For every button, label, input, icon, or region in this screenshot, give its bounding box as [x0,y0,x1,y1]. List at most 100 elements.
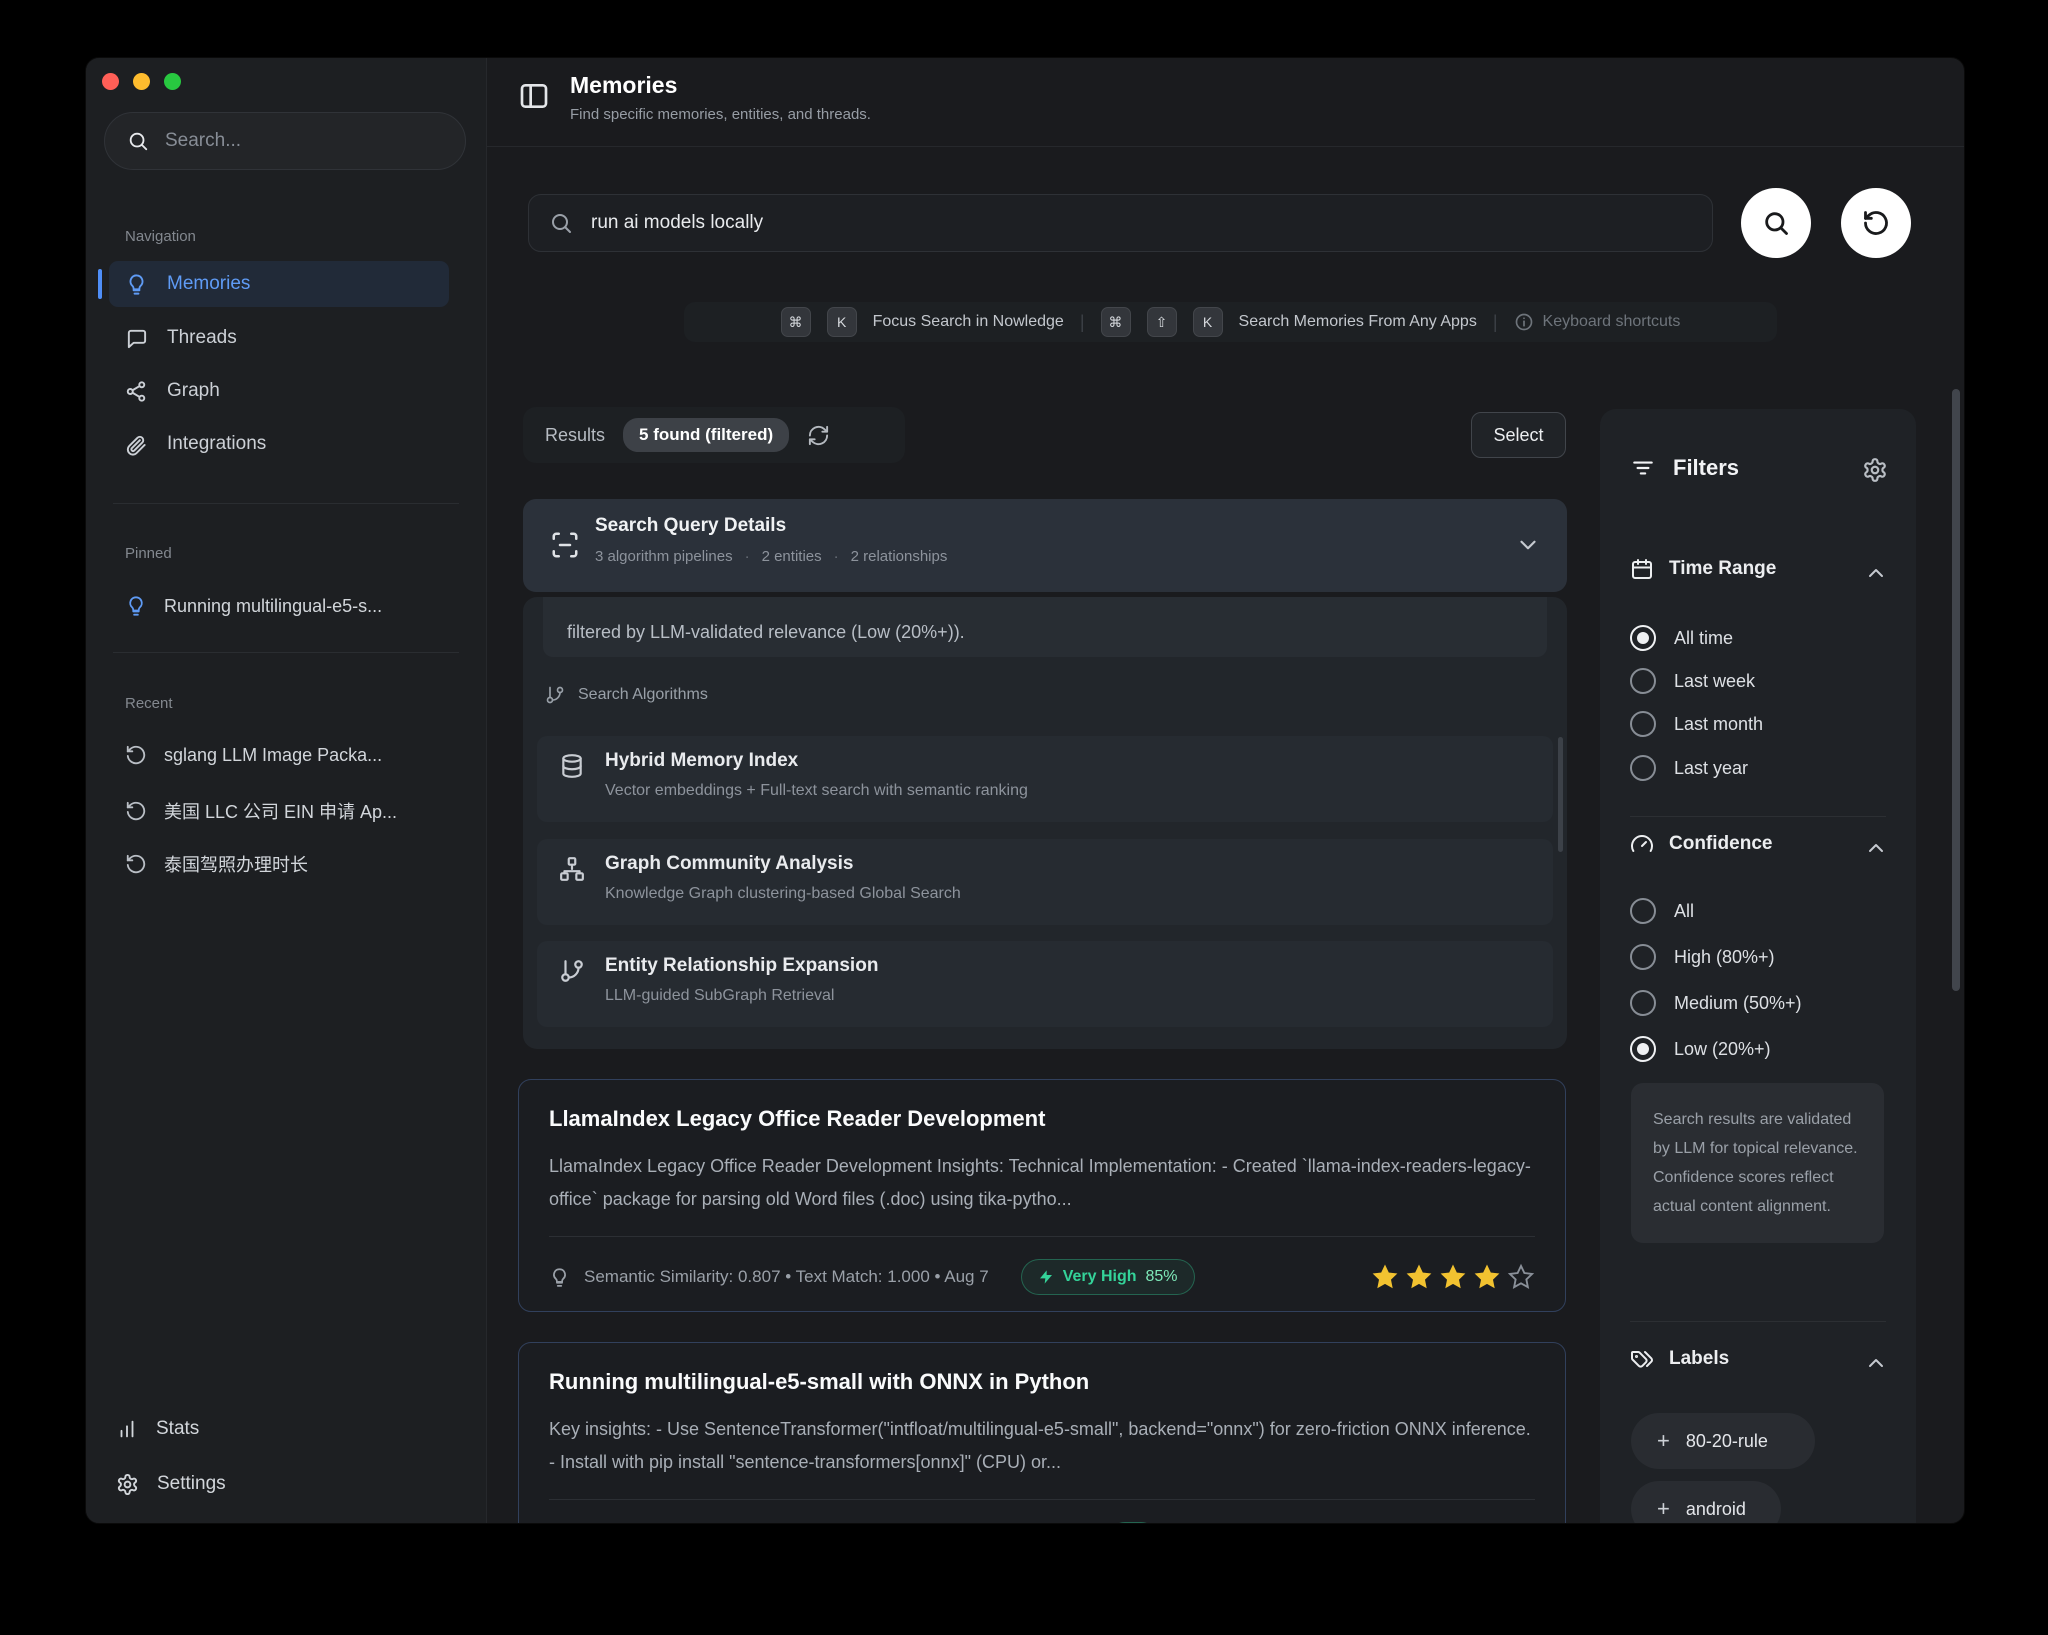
star-filled-icon[interactable] [1439,1263,1467,1291]
chevron-down-icon[interactable] [1515,532,1541,558]
algorithm-description: Knowledge Graph clustering-based Global … [605,885,961,903]
rotate-ccw-icon [1862,209,1890,237]
radio-last-month[interactable]: Last month [1630,711,1763,737]
pinned-item-label: Running multilingual-e5-s... [164,596,382,617]
time-range-section-header[interactable]: Time Range [1630,557,1776,581]
recent-item[interactable]: 泰国驾照办理时长 [109,842,463,886]
algorithm-card-hybrid-memory-index[interactable]: Hybrid Memory Index Vector embeddings + … [537,736,1553,822]
result-snippet: Key insights: - Use SentenceTransformer(… [549,1413,1535,1479]
memory-result-card[interactable]: Running multilingual-e5-small with ONNX … [518,1342,1566,1524]
result-meta: Semantic Similarity: 0.807 • Text Match:… [584,1267,989,1287]
lightbulb-icon [125,595,147,617]
radio-icon [1630,898,1656,924]
shortcut-label: Focus Search in Nowledge [873,313,1064,331]
filters-header: Filters [1630,455,1739,481]
memory-result-card[interactable]: LlamaIndex Legacy Office Reader Developm… [518,1079,1566,1312]
refresh-icon[interactable] [807,424,830,447]
algorithm-name: Entity Relationship Expansion [605,955,878,977]
algorithm-card-graph-community-analysis[interactable]: Graph Community Analysis Knowledge Graph… [537,839,1553,925]
search-query-details-card[interactable]: Search Query Details 3 algorithm pipelin… [523,499,1567,592]
separator: | [1080,312,1085,333]
labels-section-header[interactable]: Labels [1630,1347,1729,1371]
select-button[interactable]: Select [1471,412,1566,458]
confidence-badge: Very High 85% [1021,1259,1195,1295]
sidebar-item-label: Memories [167,273,250,295]
confidence-badge [1108,1522,1158,1524]
recent-item[interactable]: sglang LLM Image Packa... [109,733,463,777]
recent-item-label: 美国 LLC 公司 EIN 申请 Ap... [164,798,397,824]
star-filled-icon[interactable] [1405,1263,1433,1291]
query-details-meta: 3 algorithm pipelines· 2 entities· 2 rel… [595,548,947,565]
memory-search-box[interactable] [528,194,1713,252]
sidebar-item-integrations[interactable]: Integrations [109,421,449,467]
history-icon [125,853,147,875]
recent-item-label: 泰国驾照办理时长 [164,851,308,877]
bar-chart-icon [116,1418,138,1440]
star-empty-icon[interactable] [1507,1263,1535,1291]
paperclip-icon [125,433,148,456]
page-subtitle: Find specific memories, entities, and th… [570,106,871,123]
page-title: Memories [570,72,677,99]
reset-search-button[interactable] [1841,188,1911,258]
search-icon [1762,209,1790,237]
label-chip-android[interactable]: + android [1631,1481,1781,1524]
radio-last-week[interactable]: Last week [1630,668,1755,694]
radio-confidence-high[interactable]: High (80%+) [1630,944,1775,970]
algorithm-card-entity-relationship-expansion[interactable]: Entity Relationship Expansion LLM-guided… [537,941,1553,1027]
confidence-section-header[interactable]: Confidence [1630,832,1772,856]
calendar-icon [1630,557,1654,581]
section-divider [1630,816,1886,817]
results-count-badge: 5 found (filtered) [623,418,789,452]
star-rating[interactable] [1371,1263,1535,1291]
radio-confidence-all[interactable]: All [1630,898,1694,924]
radio-icon [1630,711,1656,737]
radio-all-time[interactable]: All time [1630,625,1733,651]
minimize-window-button[interactable] [133,73,150,90]
pinned-item[interactable]: Running multilingual-e5-s... [109,584,463,628]
memory-search-input[interactable] [589,211,1692,235]
zoom-window-button[interactable] [164,73,181,90]
keyboard-shortcuts-link[interactable]: Keyboard shortcuts [1514,312,1681,332]
label-chip-80-20-rule[interactable]: + 80-20-rule [1631,1413,1815,1469]
results-summary: Results 5 found (filtered) [523,407,905,463]
search-icon [549,211,573,235]
sidebar-item-memories[interactable]: Memories [109,261,449,307]
radio-confidence-low[interactable]: Low (20%+) [1630,1036,1771,1062]
star-filled-icon[interactable] [1473,1263,1501,1291]
page-header: Memories Find specific memories, entitie… [486,58,1964,147]
sidebar-divider [113,652,459,653]
chat-bubble-icon [125,327,148,350]
database-icon [559,753,585,779]
star-filled-icon[interactable] [1371,1263,1399,1291]
lightbulb-icon [549,1267,570,1288]
algorithm-name: Hybrid Memory Index [605,750,798,772]
radio-last-year[interactable]: Last year [1630,755,1748,781]
active-nav-indicator [98,269,102,299]
search-algorithms-header: Search Algorithms [545,685,708,705]
git-branch-icon [545,685,565,705]
run-search-button[interactable] [1741,188,1811,258]
chevron-up-icon[interactable] [1864,1351,1888,1375]
sidebar-item-threads[interactable]: Threads [109,315,449,361]
filters-settings-icon[interactable] [1862,457,1888,483]
sidebar-search-box[interactable] [104,112,466,170]
chevron-up-icon[interactable] [1864,561,1888,585]
sidebar-item-settings[interactable]: Settings [102,1461,462,1507]
panel-left-icon[interactable] [518,80,550,112]
chevron-up-icon[interactable] [1864,836,1888,860]
radio-confidence-medium[interactable]: Medium (50%+) [1630,990,1802,1016]
sidebar-search-input[interactable] [163,129,443,153]
tags-icon [1630,1347,1654,1371]
section-divider [1630,1321,1886,1322]
k-keycap: K [827,307,857,337]
result-title: Running multilingual-e5-small with ONNX … [549,1369,1535,1395]
sidebar-item-stats[interactable]: Stats [102,1406,462,1452]
close-window-button[interactable] [102,73,119,90]
radio-icon [1630,990,1656,1016]
card-divider [549,1236,1535,1237]
recent-item[interactable]: 美国 LLC 公司 EIN 申请 Ap... [109,789,463,833]
info-icon [1514,312,1534,332]
panel-scrollbar[interactable] [1558,737,1563,852]
main-scrollbar[interactable] [1952,389,1960,991]
sidebar-item-graph[interactable]: Graph [109,368,449,414]
